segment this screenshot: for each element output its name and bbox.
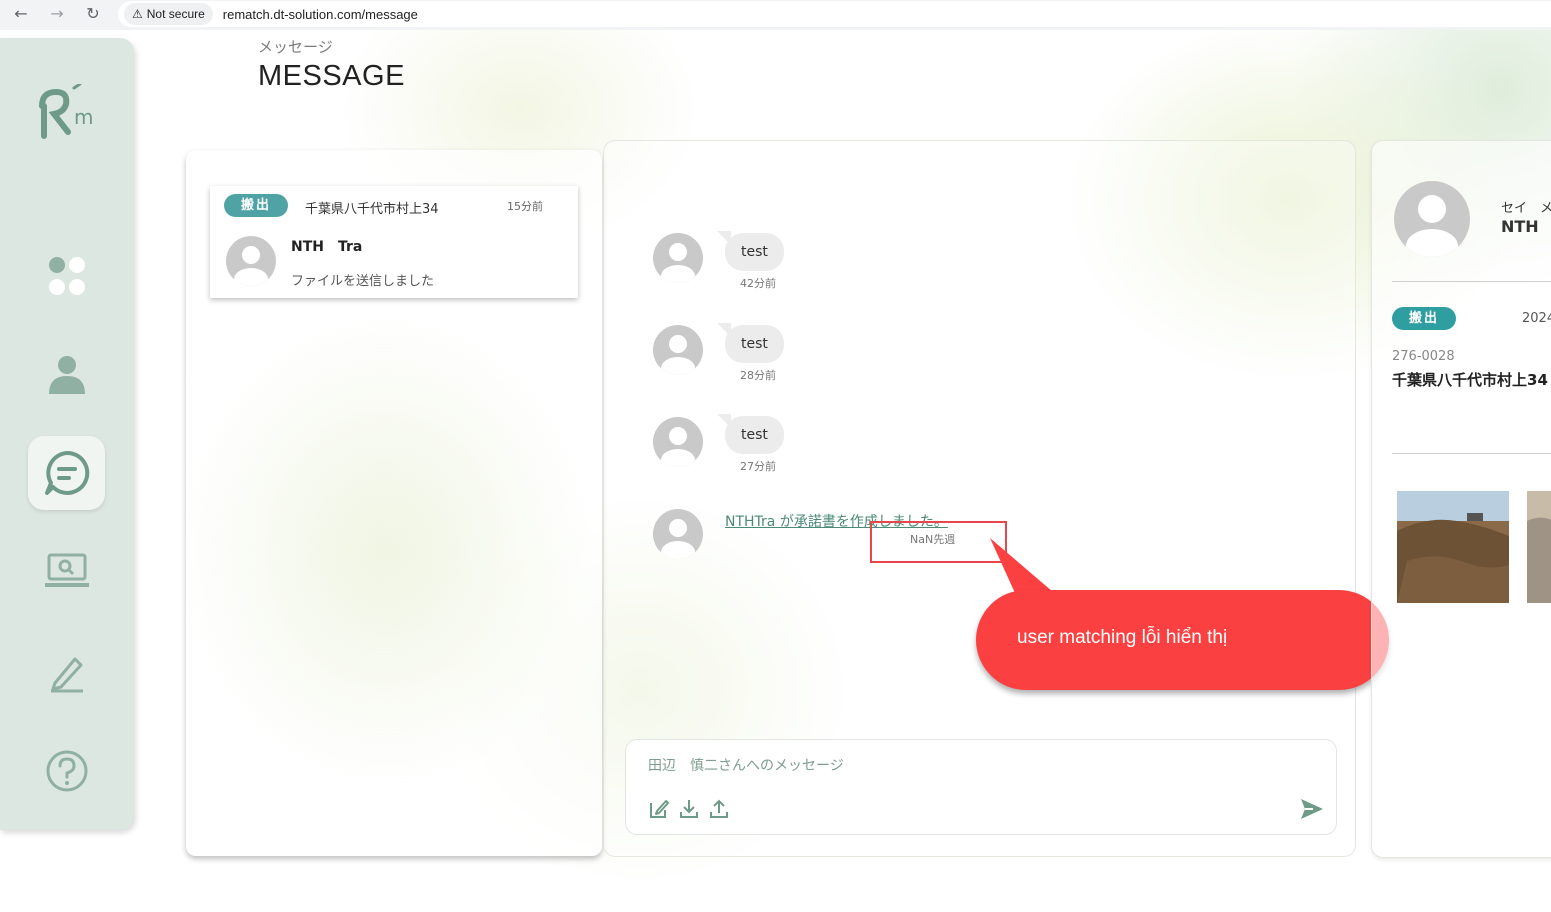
site-photo[interactable] [1397, 491, 1509, 603]
avatar [653, 233, 703, 283]
message-input[interactable] [648, 754, 1288, 778]
conversation-name: NTH Tra [291, 239, 363, 255]
message-time: 27分前 [740, 460, 776, 473]
svg-text:m: m [74, 105, 93, 129]
conversation-time: 15分前 [507, 200, 543, 213]
site-photo[interactable] [1527, 491, 1551, 603]
sidebar-item-profile[interactable] [28, 338, 105, 412]
detail-address: 千葉県八千代市村上34 [1392, 371, 1548, 389]
user-icon [48, 356, 85, 394]
status-badge: 搬出 [224, 194, 288, 217]
annotation-text: user matching lỗi hiển thị [1017, 627, 1228, 648]
conversation-item[interactable]: 搬出 千葉県八千代市村上34 15分前 NTH Tra ファイルを送信しました [210, 186, 578, 298]
message-time: 42分前 [740, 277, 776, 290]
detail-name-kana: セイ メ [1501, 201, 1551, 216]
sidebar: m [0, 38, 134, 830]
divider [1392, 281, 1551, 282]
download-icon[interactable] [678, 798, 700, 820]
page-title-sub: メッセージ [258, 38, 333, 56]
detail-name: NTH [1501, 217, 1539, 236]
message-bubble: test [725, 325, 784, 363]
address-bar[interactable]: ⚠ Not secure rematch.dt-solution.com/mes… [118, 1, 1551, 27]
avatar [653, 509, 703, 559]
detail-panel: セイ メ NTH 搬出 2024 276-0028 千葉県八千代市村上34 [1371, 140, 1551, 858]
send-icon[interactable] [1299, 796, 1325, 822]
pen-icon [50, 657, 83, 693]
site-photo-image [1397, 491, 1509, 603]
conversation-preview: ファイルを送信しました [291, 274, 435, 289]
security-indicator[interactable]: ⚠ Not secure [124, 3, 213, 25]
upload-icon[interactable] [708, 798, 730, 820]
conversation-address: 千葉県八千代市村上34 [305, 202, 439, 217]
warning-icon: ⚠ [132, 7, 143, 21]
sidebar-item-messages[interactable] [28, 436, 105, 510]
divider [1392, 453, 1551, 454]
message-bubble: test [725, 416, 784, 454]
help-icon [46, 750, 87, 792]
message-bubble: test [725, 233, 784, 271]
browser-toolbar: ← → ↻ ⚠ Not secure rematch.dt-solution.c… [0, 0, 1551, 30]
detail-zip: 276-0028 [1392, 349, 1455, 364]
chat-panel: test 42分前 test 28分前 test 27分前 NTHTra が承諾… [603, 140, 1356, 857]
chat-icon [44, 450, 89, 495]
annotation-callout: user matching lỗi hiển thị [976, 590, 1389, 690]
laptop-search-icon [44, 553, 89, 587]
url-text[interactable]: rematch.dt-solution.com/message [223, 7, 418, 22]
avatar [653, 417, 703, 467]
page: m メッセージ MESSAGE 搬出 千葉県八千代市村上34 15分前 NTH … [0, 30, 1551, 912]
edit-document-icon[interactable] [648, 798, 670, 820]
reload-icon[interactable]: ↻ [84, 5, 102, 23]
back-arrow-icon[interactable]: ← [12, 5, 30, 23]
detail-date: 2024 [1522, 311, 1551, 326]
forward-arrow-icon[interactable]: → [48, 5, 66, 23]
site-photo-image [1527, 491, 1551, 603]
rematch-logo: m [39, 84, 93, 139]
sidebar-item-search[interactable] [28, 534, 105, 608]
sidebar-item-help[interactable] [28, 734, 105, 808]
avatar [226, 236, 276, 286]
system-message-time: NaN先週 [910, 533, 956, 546]
sidebar-item-edit[interactable] [28, 636, 105, 710]
status-badge: 搬出 [1392, 307, 1456, 330]
avatar [1394, 181, 1470, 257]
message-time: 28分前 [740, 369, 776, 382]
security-label: Not secure [146, 7, 205, 21]
grid-icon [48, 257, 85, 295]
conversation-list: 搬出 千葉県八千代市村上34 15分前 NTH Tra ファイルを送信しました [186, 150, 602, 856]
page-title: MESSAGE [258, 60, 405, 92]
message-composer [625, 739, 1337, 835]
sidebar-item-dashboard[interactable] [28, 240, 105, 314]
avatar [653, 325, 703, 375]
